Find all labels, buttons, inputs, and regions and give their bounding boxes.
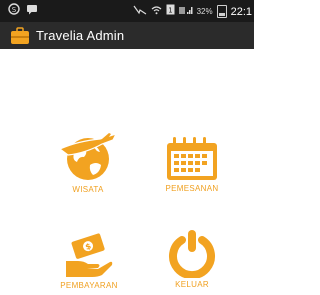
- status-bar: S 1 32% 22:1: [0, 0, 254, 22]
- calendar-icon: [150, 136, 234, 182]
- svg-text:1: 1: [168, 7, 172, 15]
- menu-label-keluar: KELUAR: [175, 280, 209, 289]
- suitcase-icon: [10, 26, 30, 45]
- menu-item-keluar[interactable]: KELUAR: [150, 228, 234, 289]
- notification-icon: [133, 5, 147, 19]
- message-icon: [26, 4, 38, 19]
- signal-icon: [178, 5, 193, 19]
- menu-label-pemesanan: PEMESANAN: [165, 184, 219, 193]
- app-bar: Travelia Admin: [0, 22, 254, 49]
- svg-text:S: S: [12, 6, 17, 14]
- menu-item-pembayaran[interactable]: $ PEMBAYARAN: [44, 231, 134, 290]
- skype-icon: S: [8, 3, 20, 19]
- globe-airplane-icon: [48, 131, 128, 183]
- status-bar-left: S: [8, 3, 38, 19]
- menu-label-pembayaran: PEMBAYARAN: [60, 281, 118, 290]
- menu-label-wisata: WISATA: [72, 185, 104, 194]
- sim-icon: 1: [166, 4, 175, 19]
- menu-item-wisata[interactable]: WISATA: [48, 131, 128, 194]
- status-bar-right: 1 32% 22:1: [133, 4, 252, 19]
- battery-icon: [216, 5, 227, 18]
- app-title: Travelia Admin: [36, 28, 125, 43]
- menu-item-pemesanan[interactable]: PEMESANAN: [150, 136, 234, 193]
- clock: 22:1: [230, 5, 252, 18]
- wifi-icon: [151, 5, 162, 19]
- hand-money-icon: $: [44, 231, 134, 279]
- battery-percent: 32%: [196, 6, 213, 16]
- power-icon: [150, 228, 234, 278]
